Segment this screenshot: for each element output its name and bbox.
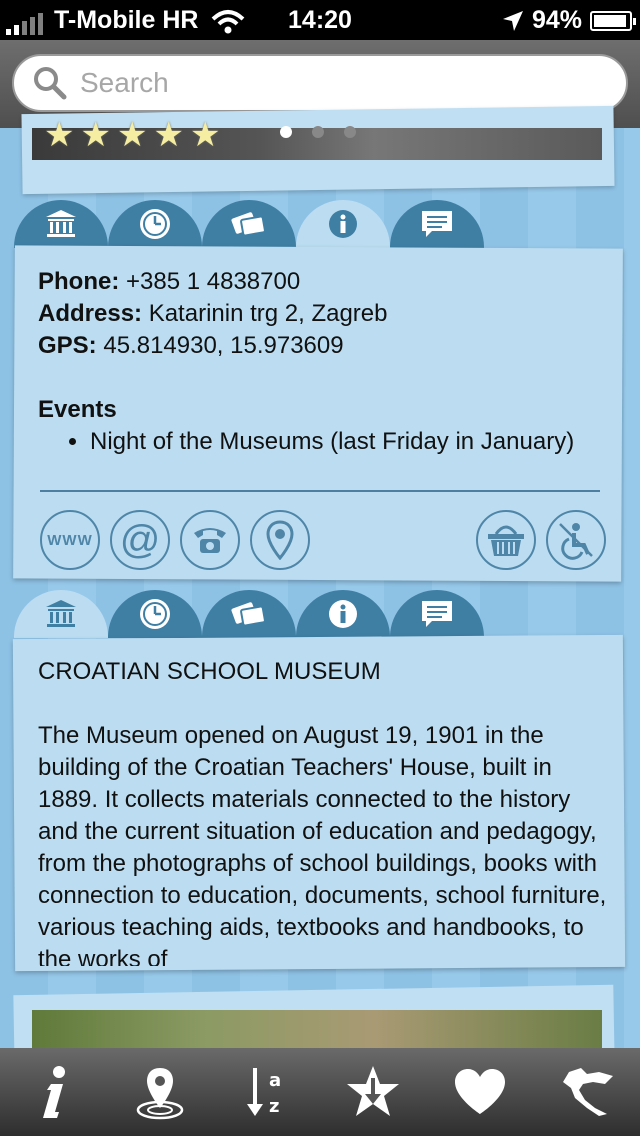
museum-description: CROATIAN SCHOOL MUSEUM The Museum opened… xyxy=(38,656,608,966)
star-icon: ★ xyxy=(80,116,111,154)
tab-museum[interactable] xyxy=(14,590,108,638)
phone-value[interactable]: +385 1 4838700 xyxy=(126,268,300,295)
tab-hours[interactable] xyxy=(108,200,202,248)
favorites-button[interactable] xyxy=(440,1052,520,1132)
tab-tickets[interactable] xyxy=(202,590,296,638)
description-text: The Museum opened on August 19, 1901 in … xyxy=(38,722,607,966)
star-rating: ★ ★ ★ ★ ★ xyxy=(44,118,220,152)
comment-icon xyxy=(422,211,452,237)
tab-tickets[interactable] xyxy=(202,200,296,248)
search-icon xyxy=(32,65,68,101)
address-row: Address: Katarinin trg 2, Zagreb xyxy=(38,298,608,330)
favorites-download-button[interactable] xyxy=(333,1052,413,1132)
star-download-icon xyxy=(347,1066,400,1116)
battery-icon xyxy=(590,10,636,31)
phone-icon xyxy=(194,528,226,553)
basket-icon xyxy=(488,525,524,556)
museum-icon xyxy=(46,210,76,237)
phone-row: Phone: +385 1 4838700 xyxy=(38,266,608,298)
website-button[interactable]: www xyxy=(40,510,100,570)
www-icon: www xyxy=(47,531,93,549)
address-value: Katarinin trg 2, Zagreb xyxy=(148,300,388,327)
tab-info[interactable] xyxy=(296,590,390,638)
tab-hours[interactable] xyxy=(108,590,202,638)
address-label: Address: xyxy=(38,300,143,327)
divider xyxy=(40,490,600,492)
events-list: Night of the Museums (last Friday in Jan… xyxy=(90,426,608,458)
status-right: 94% xyxy=(502,6,636,35)
sort-button[interactable]: a z xyxy=(227,1052,307,1132)
gps-value: 45.814930, 15.973609 xyxy=(103,332,344,359)
map-button[interactable] xyxy=(120,1052,200,1132)
call-button[interactable] xyxy=(180,510,240,570)
page-dot xyxy=(280,126,292,138)
location-arrow-icon xyxy=(502,10,523,31)
email-button[interactable]: @ xyxy=(110,510,170,570)
star-icon: ★ xyxy=(116,116,148,154)
gps-label: GPS: xyxy=(38,332,97,359)
info-icon xyxy=(43,1066,66,1118)
map-pin-icon xyxy=(136,1068,184,1120)
page-indicator xyxy=(280,126,356,138)
gps-row: GPS: 45.814930, 15.973609 xyxy=(38,330,608,362)
museum-title: CROATIAN SCHOOL MUSEUM xyxy=(38,658,381,685)
country-button[interactable] xyxy=(547,1052,627,1132)
svg-text:z: z xyxy=(269,1096,279,1117)
page-dot xyxy=(344,126,356,138)
sort-az-icon: a z xyxy=(246,1068,281,1117)
tab-info[interactable] xyxy=(296,200,390,248)
star-icon: ★ xyxy=(44,116,75,154)
heart-icon xyxy=(454,1069,505,1114)
map-button[interactable] xyxy=(250,510,310,570)
events-heading: Events xyxy=(38,396,117,423)
svg-text:a: a xyxy=(269,1070,281,1091)
tab-bar xyxy=(14,200,484,248)
info-icon xyxy=(329,210,357,238)
tickets-icon xyxy=(231,602,266,627)
croatia-map-icon xyxy=(562,1068,613,1116)
event-item: Night of the Museums (last Friday in Jan… xyxy=(90,426,608,458)
search-field[interactable] xyxy=(12,54,628,112)
comment-icon xyxy=(422,601,452,627)
shop-button[interactable] xyxy=(476,510,536,570)
bottom-toolbar: a z xyxy=(0,1048,640,1136)
tab-comments[interactable] xyxy=(390,200,484,248)
tickets-icon xyxy=(231,212,266,237)
info-button[interactable] xyxy=(13,1052,93,1132)
tab-museum[interactable] xyxy=(14,200,108,248)
battery-percent: 94% xyxy=(531,6,582,34)
search-input[interactable] xyxy=(80,67,600,99)
phone-label: Phone: xyxy=(38,268,120,295)
clock-icon xyxy=(140,209,170,239)
star-icon: ★ xyxy=(153,116,184,154)
accessibility-button[interactable] xyxy=(546,510,606,570)
museum-icon xyxy=(46,600,76,627)
contact-info: Phone: +385 1 4838700 Address: Katarinin… xyxy=(38,266,608,458)
info-icon xyxy=(329,600,357,628)
star-icon: ★ xyxy=(189,116,221,154)
no-wheelchair-icon xyxy=(559,523,593,560)
status-bar: T-Mobile HR 14:20 94% xyxy=(0,0,640,40)
at-icon: @ xyxy=(119,517,161,562)
map-pin-icon xyxy=(266,520,294,560)
page-dot xyxy=(312,126,324,138)
tab-bar-2 xyxy=(14,590,484,638)
clock-icon xyxy=(140,599,170,629)
tab-comments[interactable] xyxy=(390,590,484,638)
